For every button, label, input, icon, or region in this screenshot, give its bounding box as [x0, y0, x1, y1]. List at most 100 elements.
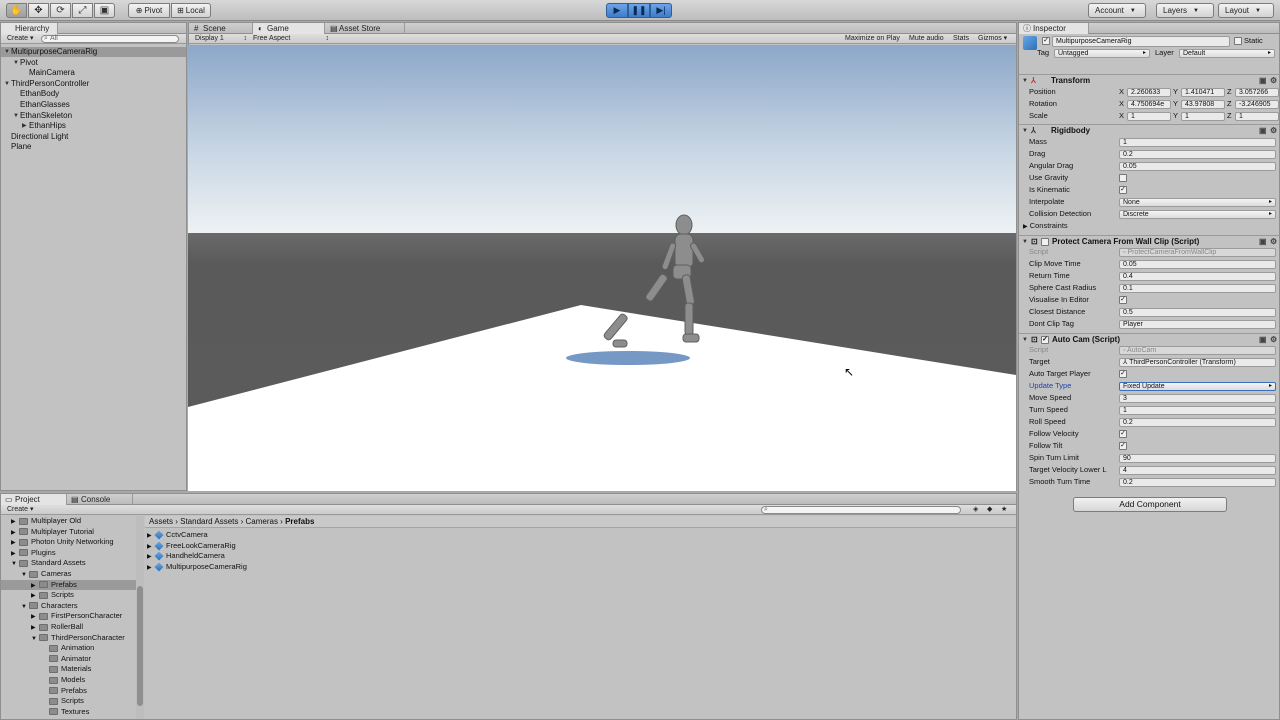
gear-icon[interactable]: ⚙: [1270, 125, 1277, 137]
hierarchy-item[interactable]: EthanBody: [1, 89, 186, 99]
gear-icon[interactable]: ⚙: [1270, 75, 1277, 87]
gear-icon[interactable]: ⚙: [1270, 236, 1277, 248]
rigidbody-header[interactable]: ▼ ⅄ Rigidbody ▣ ⚙: [1019, 124, 1279, 136]
tab-inspector[interactable]: ⓘ Inspector: [1019, 23, 1089, 34]
aspect-dropdown[interactable]: Free Aspect ↕: [253, 34, 329, 44]
expand-arrow-icon[interactable]: ▼: [21, 602, 29, 612]
tree-scrollbar[interactable]: [136, 516, 144, 719]
transform-rotation-z-field[interactable]: -3.246905: [1235, 100, 1279, 109]
closest-distance-field[interactable]: 0.5: [1119, 308, 1276, 317]
target-velocity-field[interactable]: 4: [1119, 466, 1276, 475]
help-icon[interactable]: ▣: [1259, 75, 1267, 87]
project-folder-item[interactable]: ▶ Multiplayer Old: [1, 516, 139, 526]
autocam-enabled-checkbox[interactable]: ✓: [1041, 336, 1049, 344]
hierarchy-item[interactable]: ▼ Pivot: [1, 58, 186, 68]
drag-field[interactable]: 0.2: [1119, 150, 1276, 159]
follow-tilt-checkbox[interactable]: ✓: [1119, 442, 1127, 450]
project-folder-item[interactable]: Animator: [1, 654, 139, 664]
collapse-arrow-icon[interactable]: ▶: [147, 542, 155, 552]
protect-camera-header[interactable]: ▼ ⊡ Protect Camera From Wall Clip (Scrip…: [1019, 235, 1279, 247]
transform-position-x-field[interactable]: 2.260633: [1127, 88, 1171, 97]
smooth-turn-field[interactable]: 0.2: [1119, 478, 1276, 487]
expand-arrow-icon[interactable]: ▼: [13, 111, 19, 121]
stats-toggle[interactable]: Stats: [953, 34, 969, 44]
local-toggle[interactable]: ⊞ Local: [171, 3, 211, 18]
hierarchy-item[interactable]: EthanGlasses: [1, 100, 186, 110]
account-dropdown[interactable]: Account ▼: [1088, 3, 1146, 18]
layers-dropdown[interactable]: Layers ▼: [1156, 3, 1214, 18]
step-button[interactable]: ▶|: [650, 3, 672, 18]
sphere-cast-field[interactable]: 0.1: [1119, 284, 1276, 293]
collapse-arrow-icon[interactable]: ▶: [147, 531, 155, 541]
transform-rotation-y-field[interactable]: 43.97808: [1181, 100, 1225, 109]
update-type-dropdown[interactable]: Fixed Update: [1119, 382, 1276, 391]
project-folder-item[interactable]: ▶ Scripts: [1, 590, 139, 600]
autocam-header[interactable]: ▼ ⊡ ✓ Auto Cam (Script) ▣ ⚙: [1019, 333, 1279, 345]
game-view[interactable]: ↖: [188, 45, 1016, 491]
tab-scene[interactable]: # Scene: [189, 23, 253, 34]
project-folder-item[interactable]: ▶ FirstPersonCharacter: [1, 611, 139, 621]
move-tool-icon[interactable]: ✥: [28, 3, 49, 18]
project-folder-item[interactable]: ▼ Standard Assets: [1, 558, 139, 568]
auto-target-checkbox[interactable]: ✓: [1119, 370, 1127, 378]
hierarchy-create-button[interactable]: Create ▾: [7, 34, 33, 44]
gizmos-dropdown[interactable]: Gizmos ▾: [978, 34, 1007, 44]
help-icon[interactable]: ▣: [1259, 334, 1267, 346]
collapse-arrow-icon[interactable]: ▶: [147, 563, 155, 573]
project-folder-item[interactable]: Scripts: [1, 696, 139, 706]
asset-item[interactable]: ▶ FreeLookCameraRig: [147, 541, 236, 551]
expand-arrow-icon[interactable]: ▼: [31, 634, 39, 644]
filter-type-icon[interactable]: ◈: [973, 505, 978, 515]
turn-speed-field[interactable]: 1: [1119, 406, 1276, 415]
expand-arrow-icon[interactable]: ▼: [21, 570, 29, 580]
favorite-star-icon[interactable]: ★: [1001, 505, 1007, 515]
hierarchy-item[interactable]: ▼ MultipurposeCameraRig: [1, 47, 186, 57]
project-folder-item[interactable]: ▶ Plugins: [1, 548, 139, 558]
return-time-field[interactable]: 0.4: [1119, 272, 1276, 281]
hierarchy-item[interactable]: ▶ EthanHips: [1, 121, 186, 131]
project-folder-item[interactable]: ▼ ThirdPersonCharacter: [1, 633, 139, 643]
display-dropdown[interactable]: Display 1 ↕: [195, 34, 247, 44]
add-component-button[interactable]: Add Component: [1073, 497, 1227, 512]
tag-dropdown[interactable]: Untagged: [1054, 49, 1150, 58]
mute-audio-toggle[interactable]: Mute audio: [909, 34, 944, 44]
interpolate-dropdown[interactable]: None: [1119, 198, 1276, 207]
play-button[interactable]: ▶: [606, 3, 628, 18]
angular-drag-field[interactable]: 0.05: [1119, 162, 1276, 171]
breadcrumb-item[interactable]: Assets: [149, 517, 173, 526]
project-folder-item[interactable]: Textures: [1, 707, 139, 717]
project-folder-item[interactable]: ▶ Prefabs: [1, 579, 139, 590]
project-folder-item[interactable]: Prefabs: [1, 686, 139, 696]
expand-arrow-icon[interactable]: ▼: [13, 58, 19, 68]
transform-scale-x-field[interactable]: 1: [1127, 112, 1171, 121]
hand-tool-icon[interactable]: ✋: [6, 3, 27, 18]
project-create-button[interactable]: Create ▾: [7, 505, 33, 515]
tab-project[interactable]: ▭ Project: [1, 494, 67, 505]
tab-hierarchy[interactable]: Hierarchy: [1, 23, 59, 34]
collapse-arrow-icon[interactable]: ▶: [11, 549, 19, 559]
transform-position-y-field[interactable]: 1.410471: [1181, 88, 1225, 97]
scale-tool-icon[interactable]: ⤢: [72, 3, 93, 18]
collapse-arrow-icon[interactable]: ▶: [11, 528, 19, 538]
layout-dropdown[interactable]: Layout ▼: [1218, 3, 1274, 18]
transform-rotation-x-field[interactable]: 4.750694e: [1127, 100, 1171, 109]
asset-item[interactable]: ▶ CctvCamera: [147, 530, 208, 540]
collapse-arrow-icon[interactable]: ▶: [22, 121, 27, 131]
hierarchy-search-input[interactable]: ⌕ All: [41, 35, 179, 43]
transform-header[interactable]: ▼ ⅄ Transform ▣ ⚙: [1019, 74, 1279, 86]
collapse-arrow-icon[interactable]: ▶: [11, 538, 19, 548]
follow-velocity-checkbox[interactable]: ✓: [1119, 430, 1127, 438]
collapse-arrow-icon[interactable]: ▶: [31, 591, 39, 601]
use-gravity-checkbox[interactable]: [1119, 174, 1127, 182]
project-folder-item[interactable]: ▼ Characters: [1, 601, 139, 611]
breadcrumb-item[interactable]: Cameras: [246, 517, 278, 526]
is-kinematic-checkbox[interactable]: ✓: [1119, 186, 1127, 194]
asset-item[interactable]: ▶ MultipurposeCameraRig: [147, 562, 247, 572]
expand-arrow-icon[interactable]: ▼: [11, 559, 19, 569]
project-folder-item[interactable]: ▼ Cameras: [1, 569, 139, 579]
breadcrumb-item[interactable]: Prefabs: [285, 517, 314, 526]
breadcrumb-item[interactable]: Standard Assets: [180, 517, 238, 526]
visualise-checkbox[interactable]: ✓: [1119, 296, 1127, 304]
roll-speed-field[interactable]: 0.2: [1119, 418, 1276, 427]
object-name-field[interactable]: MultipurposeCameraRig: [1052, 36, 1230, 47]
